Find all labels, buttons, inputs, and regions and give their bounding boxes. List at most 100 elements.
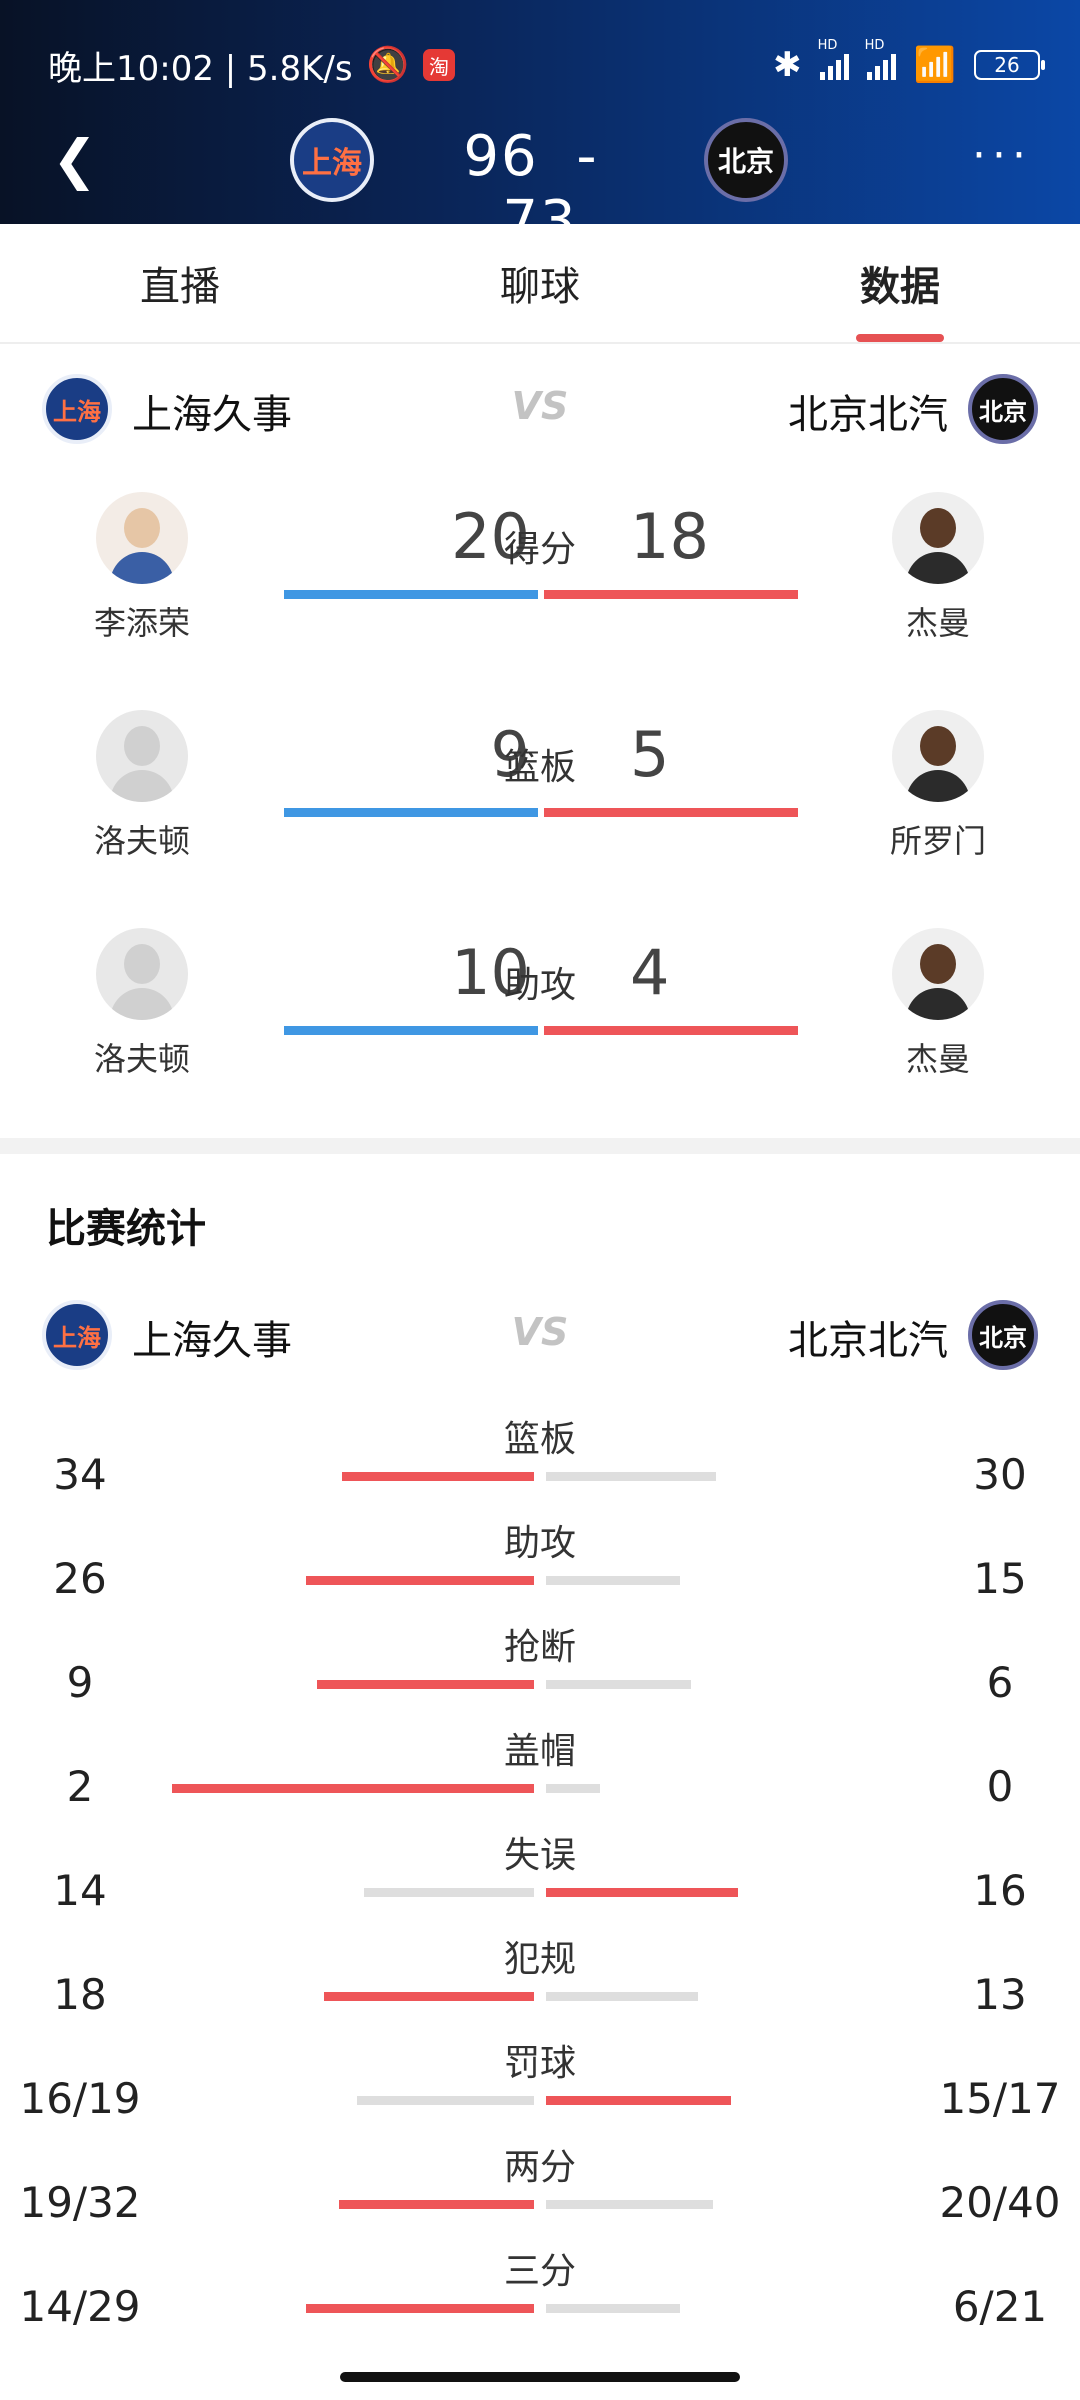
- stat-away-value: 0: [986, 1762, 1014, 1811]
- home-indicator: [340, 2372, 740, 2382]
- stat-home-bar: [364, 1888, 534, 1897]
- stat-away-bar: [546, 2304, 680, 2313]
- stat-category: 盖帽: [503, 1731, 576, 1772]
- away-leader-value: 5: [630, 718, 670, 791]
- stat-home-value: 16/19: [19, 2074, 141, 2123]
- stat-away-value: 16: [973, 1866, 1027, 1915]
- stat-home-bar: [172, 1784, 534, 1793]
- stat-away-value: 20/40: [939, 2178, 1061, 2227]
- stat-away-value: 15/17: [939, 2074, 1061, 2123]
- stat-home-value: 34: [53, 1450, 107, 1499]
- stat-category: 两分: [503, 2147, 576, 2188]
- home-team-logo-small: 上海: [42, 1300, 112, 1370]
- stat-category: 罚球: [503, 2043, 576, 2084]
- stat-category: 助攻: [503, 1523, 576, 1564]
- stat-home-bar: [306, 1576, 534, 1585]
- stat-away-bar: [546, 1680, 691, 1689]
- bluetooth-icon: ✱: [773, 45, 802, 85]
- section-title: 比赛统计: [46, 1206, 206, 1252]
- stat-home-value: 9: [66, 1658, 94, 1707]
- stat-away-bar: [546, 1784, 600, 1793]
- stat-home-value: 14: [53, 1866, 107, 1915]
- home-leader-bar: [284, 1026, 538, 1035]
- away-leader-name[interactable]: 杰曼: [838, 598, 1038, 644]
- tab-bar: 直播 聊球 数据: [0, 224, 1080, 344]
- away-team-logo-small: 北京: [968, 1300, 1038, 1370]
- stat-away-bar: [546, 1576, 680, 1585]
- back-arrow-icon[interactable]: ❮: [52, 132, 102, 188]
- stat-row: 罚球 16/19 15/17: [0, 2034, 1080, 2138]
- stat-home-value: 18: [53, 1970, 107, 2019]
- team-row-leaders: 上海 上海久事 VS 北京北汽 北京: [0, 370, 1080, 450]
- home-leader-bar: [284, 590, 538, 599]
- tab-data[interactable]: 数据: [720, 224, 1080, 342]
- stat-row: 篮板 34 30: [0, 1410, 1080, 1514]
- stat-row: 两分 19/32 20/40: [0, 2138, 1080, 2242]
- stat-home-value: 26: [53, 1554, 107, 1603]
- home-score: 96: [463, 124, 539, 189]
- player-avatar[interactable]: [892, 928, 984, 1020]
- stat-row: 盖帽 2 0: [0, 1722, 1080, 1826]
- player-avatar-placeholder[interactable]: [96, 928, 188, 1020]
- home-team-name: 上海久事: [132, 1318, 292, 1364]
- stat-row: 犯规 18 13: [0, 1930, 1080, 2034]
- away-leader-value: 4: [630, 936, 670, 1009]
- player-avatar[interactable]: [892, 492, 984, 584]
- stat-home-bar: [339, 2200, 534, 2209]
- player-avatar[interactable]: [892, 710, 984, 802]
- away-leader-value: 18: [630, 500, 709, 573]
- stat-away-bar: [546, 1992, 698, 2001]
- stat-home-value: 14/29: [19, 2282, 141, 2331]
- tab-chat[interactable]: 聊球: [360, 224, 720, 342]
- stat-row: 三分 14/29 6/21: [0, 2242, 1080, 2346]
- leader-row: 李添荣 20 得分 18 杰曼: [0, 490, 1080, 670]
- app-notification-icon: 淘: [422, 49, 455, 81]
- status-time-speed: 晚上10:02 | 5.8K/s: [48, 48, 353, 89]
- stat-away-bar: [546, 2096, 731, 2105]
- stat-category: 失误: [503, 1835, 576, 1876]
- away-leader-bar: [544, 1026, 798, 1035]
- away-team-logo[interactable]: 北京: [704, 118, 788, 202]
- home-team-logo[interactable]: 上海: [290, 118, 374, 202]
- stat-category: 抢断: [503, 1627, 576, 1668]
- stat-row: 抢断 9 6: [0, 1618, 1080, 1722]
- bell-muted-icon: 🔕: [366, 45, 409, 85]
- stat-home-bar: [317, 1680, 534, 1689]
- battery-icon: 26: [974, 50, 1045, 80]
- home-leader-name[interactable]: 洛夫顿: [42, 1034, 242, 1080]
- home-leader-bar: [284, 808, 538, 817]
- stat-category: 三分: [503, 2251, 576, 2292]
- more-options-icon[interactable]: ···: [972, 130, 1032, 181]
- away-leader-bar: [544, 808, 798, 817]
- status-left: 晚上10:02 | 5.8K/s 🔕 淘: [48, 41, 455, 90]
- away-team-logo-small: 北京: [968, 374, 1038, 444]
- away-leader-bar: [544, 590, 798, 599]
- leader-category: 助攻: [503, 965, 576, 1006]
- signal-icon-2: HD: [865, 38, 896, 80]
- stat-home-value: 19/32: [19, 2178, 141, 2227]
- away-leader-name[interactable]: 杰曼: [838, 1034, 1038, 1080]
- score-separator: -: [576, 124, 599, 189]
- leader-category: 得分: [503, 529, 576, 570]
- home-leader-name[interactable]: 洛夫顿: [42, 816, 242, 862]
- leader-category: 篮板: [503, 747, 576, 788]
- stat-home-value: 2: [66, 1762, 94, 1811]
- stat-home-bar: [357, 2096, 534, 2105]
- away-leader-name[interactable]: 所罗门: [838, 816, 1038, 862]
- player-avatar[interactable]: [96, 492, 188, 584]
- player-avatar-placeholder[interactable]: [96, 710, 188, 802]
- stat-row: 助攻 26 15: [0, 1514, 1080, 1618]
- home-team-name: 上海久事: [132, 392, 292, 438]
- vs-label: VS: [511, 1310, 569, 1354]
- stat-home-bar: [324, 1992, 534, 2001]
- tab-live[interactable]: 直播: [0, 224, 360, 342]
- team-row-stats: 上海 上海久事 VS 北京北汽 北京: [0, 1296, 1080, 1376]
- stat-away-value: 15: [973, 1554, 1027, 1603]
- stat-away-value: 6: [986, 1658, 1014, 1707]
- home-team-logo-small: 上海: [42, 374, 112, 444]
- signal-icon: HD: [818, 38, 849, 80]
- stat-away-value: 13: [973, 1970, 1027, 2019]
- leader-row: 洛夫顿 10 助攻 4 杰曼: [0, 926, 1080, 1106]
- vs-label: VS: [511, 384, 569, 428]
- home-leader-name[interactable]: 李添荣: [42, 598, 242, 644]
